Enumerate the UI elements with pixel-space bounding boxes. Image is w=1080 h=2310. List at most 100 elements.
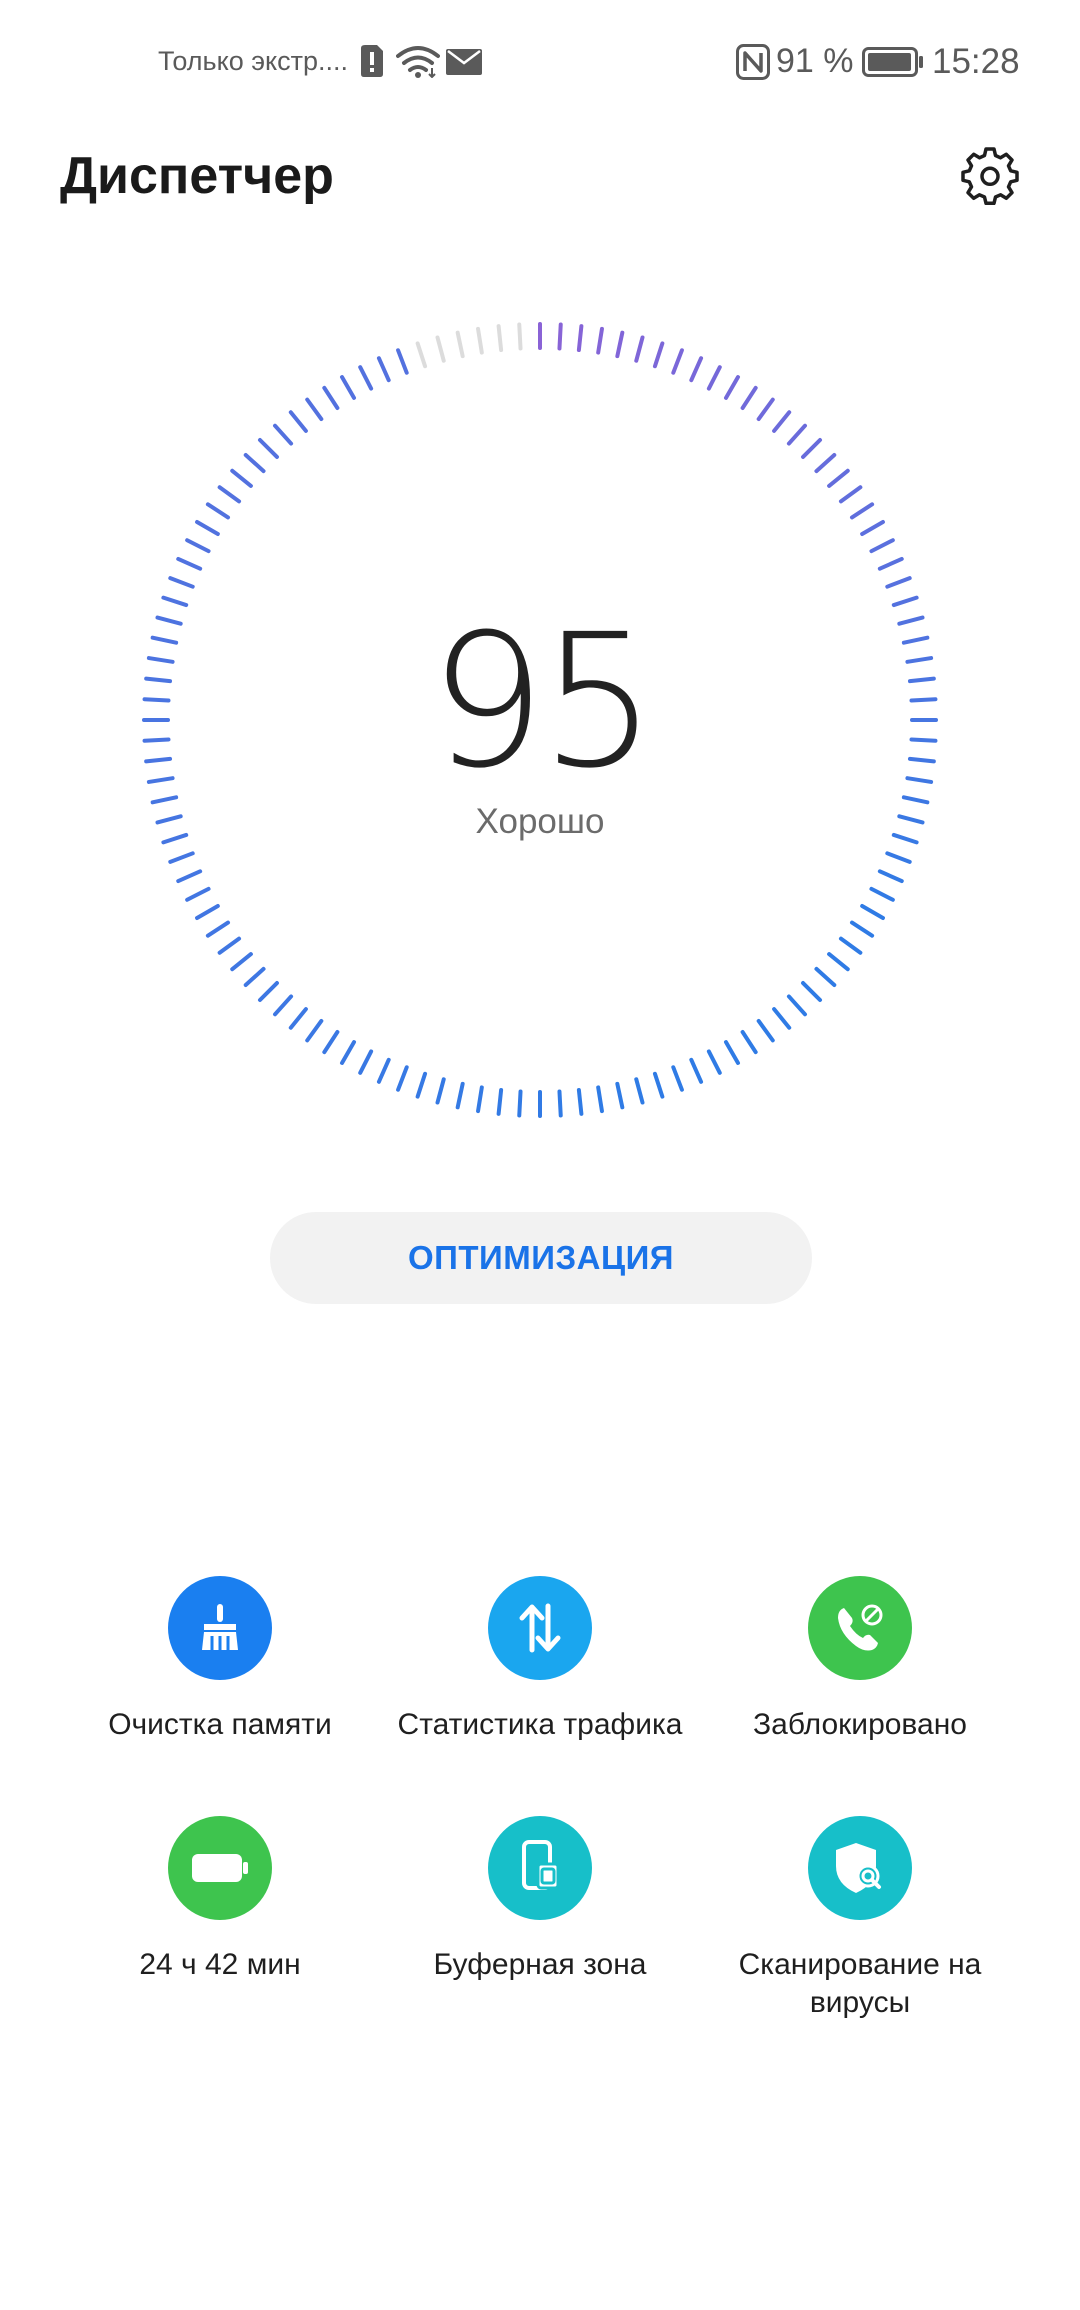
dial-tick-inactive — [415, 341, 428, 369]
dial-tick-active — [476, 1085, 484, 1114]
dial-tick-active — [273, 423, 294, 446]
optimize-button[interactable]: ОПТИМИЗАЦИЯ — [270, 1212, 812, 1304]
tool-label: Буферная зона — [433, 1948, 647, 1981]
score-label: Хорошо — [475, 802, 605, 841]
tool-label: Заблокировано — [753, 1708, 967, 1741]
dial-tick-active — [305, 1018, 324, 1043]
dial-tick-active — [376, 1057, 391, 1084]
dial-tick-active — [885, 851, 912, 864]
dial-tick-active — [786, 994, 807, 1017]
dial-tick-active — [689, 1057, 704, 1084]
settings-button[interactable] — [960, 146, 1020, 206]
dial-tick-active — [615, 1081, 625, 1110]
dial-tick-active — [596, 326, 604, 355]
dial-tick-active — [576, 1087, 584, 1116]
dial-tick-active — [195, 904, 220, 920]
battery-tool[interactable]: 24 ч 42 мин — [60, 1816, 380, 1984]
dial-tick-active — [168, 851, 195, 864]
broom-icon — [202, 1604, 238, 1650]
buffer-zone-tool[interactable]: Буферная зона — [380, 1816, 700, 1984]
dial-tick-active — [496, 1087, 504, 1116]
tool-label: Статистика трафика — [397, 1708, 683, 1741]
memory-cleanup-tool[interactable]: Очистка памяти — [60, 1576, 380, 1744]
dial-tick-active — [706, 365, 722, 391]
battery-icon — [862, 47, 923, 77]
shield-scan-icon — [836, 1843, 881, 1893]
blocked-icon-circle — [808, 1576, 912, 1680]
sim-alert-icon — [361, 45, 383, 77]
dial-tick-active — [358, 365, 374, 391]
dial-tick-active — [243, 453, 266, 474]
phone-buffer-icon — [522, 1840, 560, 1890]
dial-tick-active — [340, 375, 356, 400]
dial-tick-active — [740, 385, 758, 411]
dial-tick-active — [689, 356, 704, 383]
dial-tick-active — [869, 538, 895, 554]
blocked-tool[interactable]: Заблокировано — [700, 1576, 1020, 1744]
dial-tick-active — [435, 1077, 446, 1105]
dial-tick-active — [205, 920, 231, 938]
score-value: 95 — [428, 595, 657, 809]
dial-tick-active — [376, 356, 391, 383]
dial-tick-active — [801, 437, 823, 459]
battery-icon — [192, 1854, 248, 1882]
dial-tick-active — [869, 886, 895, 902]
buffer-zone-icon-circle — [488, 1816, 592, 1920]
dial-tick-inactive — [476, 326, 484, 355]
dial-tick-active — [243, 966, 266, 987]
dial-tick-active — [772, 410, 792, 433]
tool-label: 24 ч 42 мин — [139, 1948, 301, 1981]
dial-tick-active — [415, 1071, 428, 1099]
traffic-stats-tool[interactable]: Статистика трафика — [380, 1576, 700, 1744]
dial-tick-active — [396, 348, 409, 375]
dial-tick-active — [217, 936, 242, 955]
dial-tick-active — [576, 324, 584, 353]
dial-tick-active — [288, 410, 308, 433]
dial-tick-active — [724, 375, 740, 400]
dial-tick-active — [756, 397, 775, 422]
dial-tick-active — [230, 952, 253, 972]
dial-tick-active — [838, 936, 863, 955]
dial-tick-active — [257, 437, 279, 459]
carrier-text: Только экстр.... — [158, 46, 349, 76]
tool-label: Очистка памяти — [108, 1708, 332, 1741]
dial-tick-active — [322, 385, 340, 411]
status-bar: Только экстр.... 91 % 15:28 — [0, 0, 1080, 124]
virus-scan-icon-circle — [808, 1816, 912, 1920]
dial-tick-active — [557, 1089, 563, 1118]
dial-tick-active — [176, 869, 203, 884]
dial-tick-active — [455, 1081, 465, 1110]
dial-tick-active — [596, 1085, 604, 1114]
dial-tick-active — [849, 920, 875, 938]
dial-tick-inactive — [496, 324, 504, 353]
dial-tick-active — [772, 1007, 792, 1030]
blocked-call-icon — [838, 1604, 883, 1651]
dial-tick-active — [827, 952, 850, 972]
dial-tick-inactive — [517, 322, 523, 351]
virus-scan-tool[interactable]: Сканирование на вирусы — [700, 1816, 1020, 2022]
dial-tick-active — [849, 502, 875, 520]
dial-tick-active — [176, 556, 203, 571]
dial-tick-active — [634, 1077, 645, 1105]
battery-icon-circle — [168, 1816, 272, 1920]
dial-tick-active — [288, 1007, 308, 1030]
traffic-stats-icon-circle — [488, 1576, 592, 1680]
dial-tick-active — [257, 981, 279, 1003]
dial-tick-active — [322, 1029, 340, 1055]
dial-tick-active — [273, 994, 294, 1017]
dial-tick-active — [814, 453, 837, 474]
dial-tick-active — [671, 1065, 684, 1092]
dial-tick-active — [706, 1049, 722, 1075]
dial-tick-active — [885, 576, 912, 589]
dial-tick-active — [340, 1040, 356, 1065]
dial-tick-active — [652, 341, 665, 369]
dial-tick-active — [305, 397, 324, 422]
dial-tick-active — [786, 423, 807, 446]
dial-tick-active — [877, 869, 904, 884]
dial-tick-active — [396, 1065, 409, 1092]
memory-cleanup-icon-circle — [168, 1576, 272, 1680]
dial-tick-active — [217, 485, 242, 504]
dial-tick-active — [205, 502, 231, 520]
dial-tick-active — [634, 335, 645, 363]
page-title: Диспетчер — [60, 147, 334, 205]
